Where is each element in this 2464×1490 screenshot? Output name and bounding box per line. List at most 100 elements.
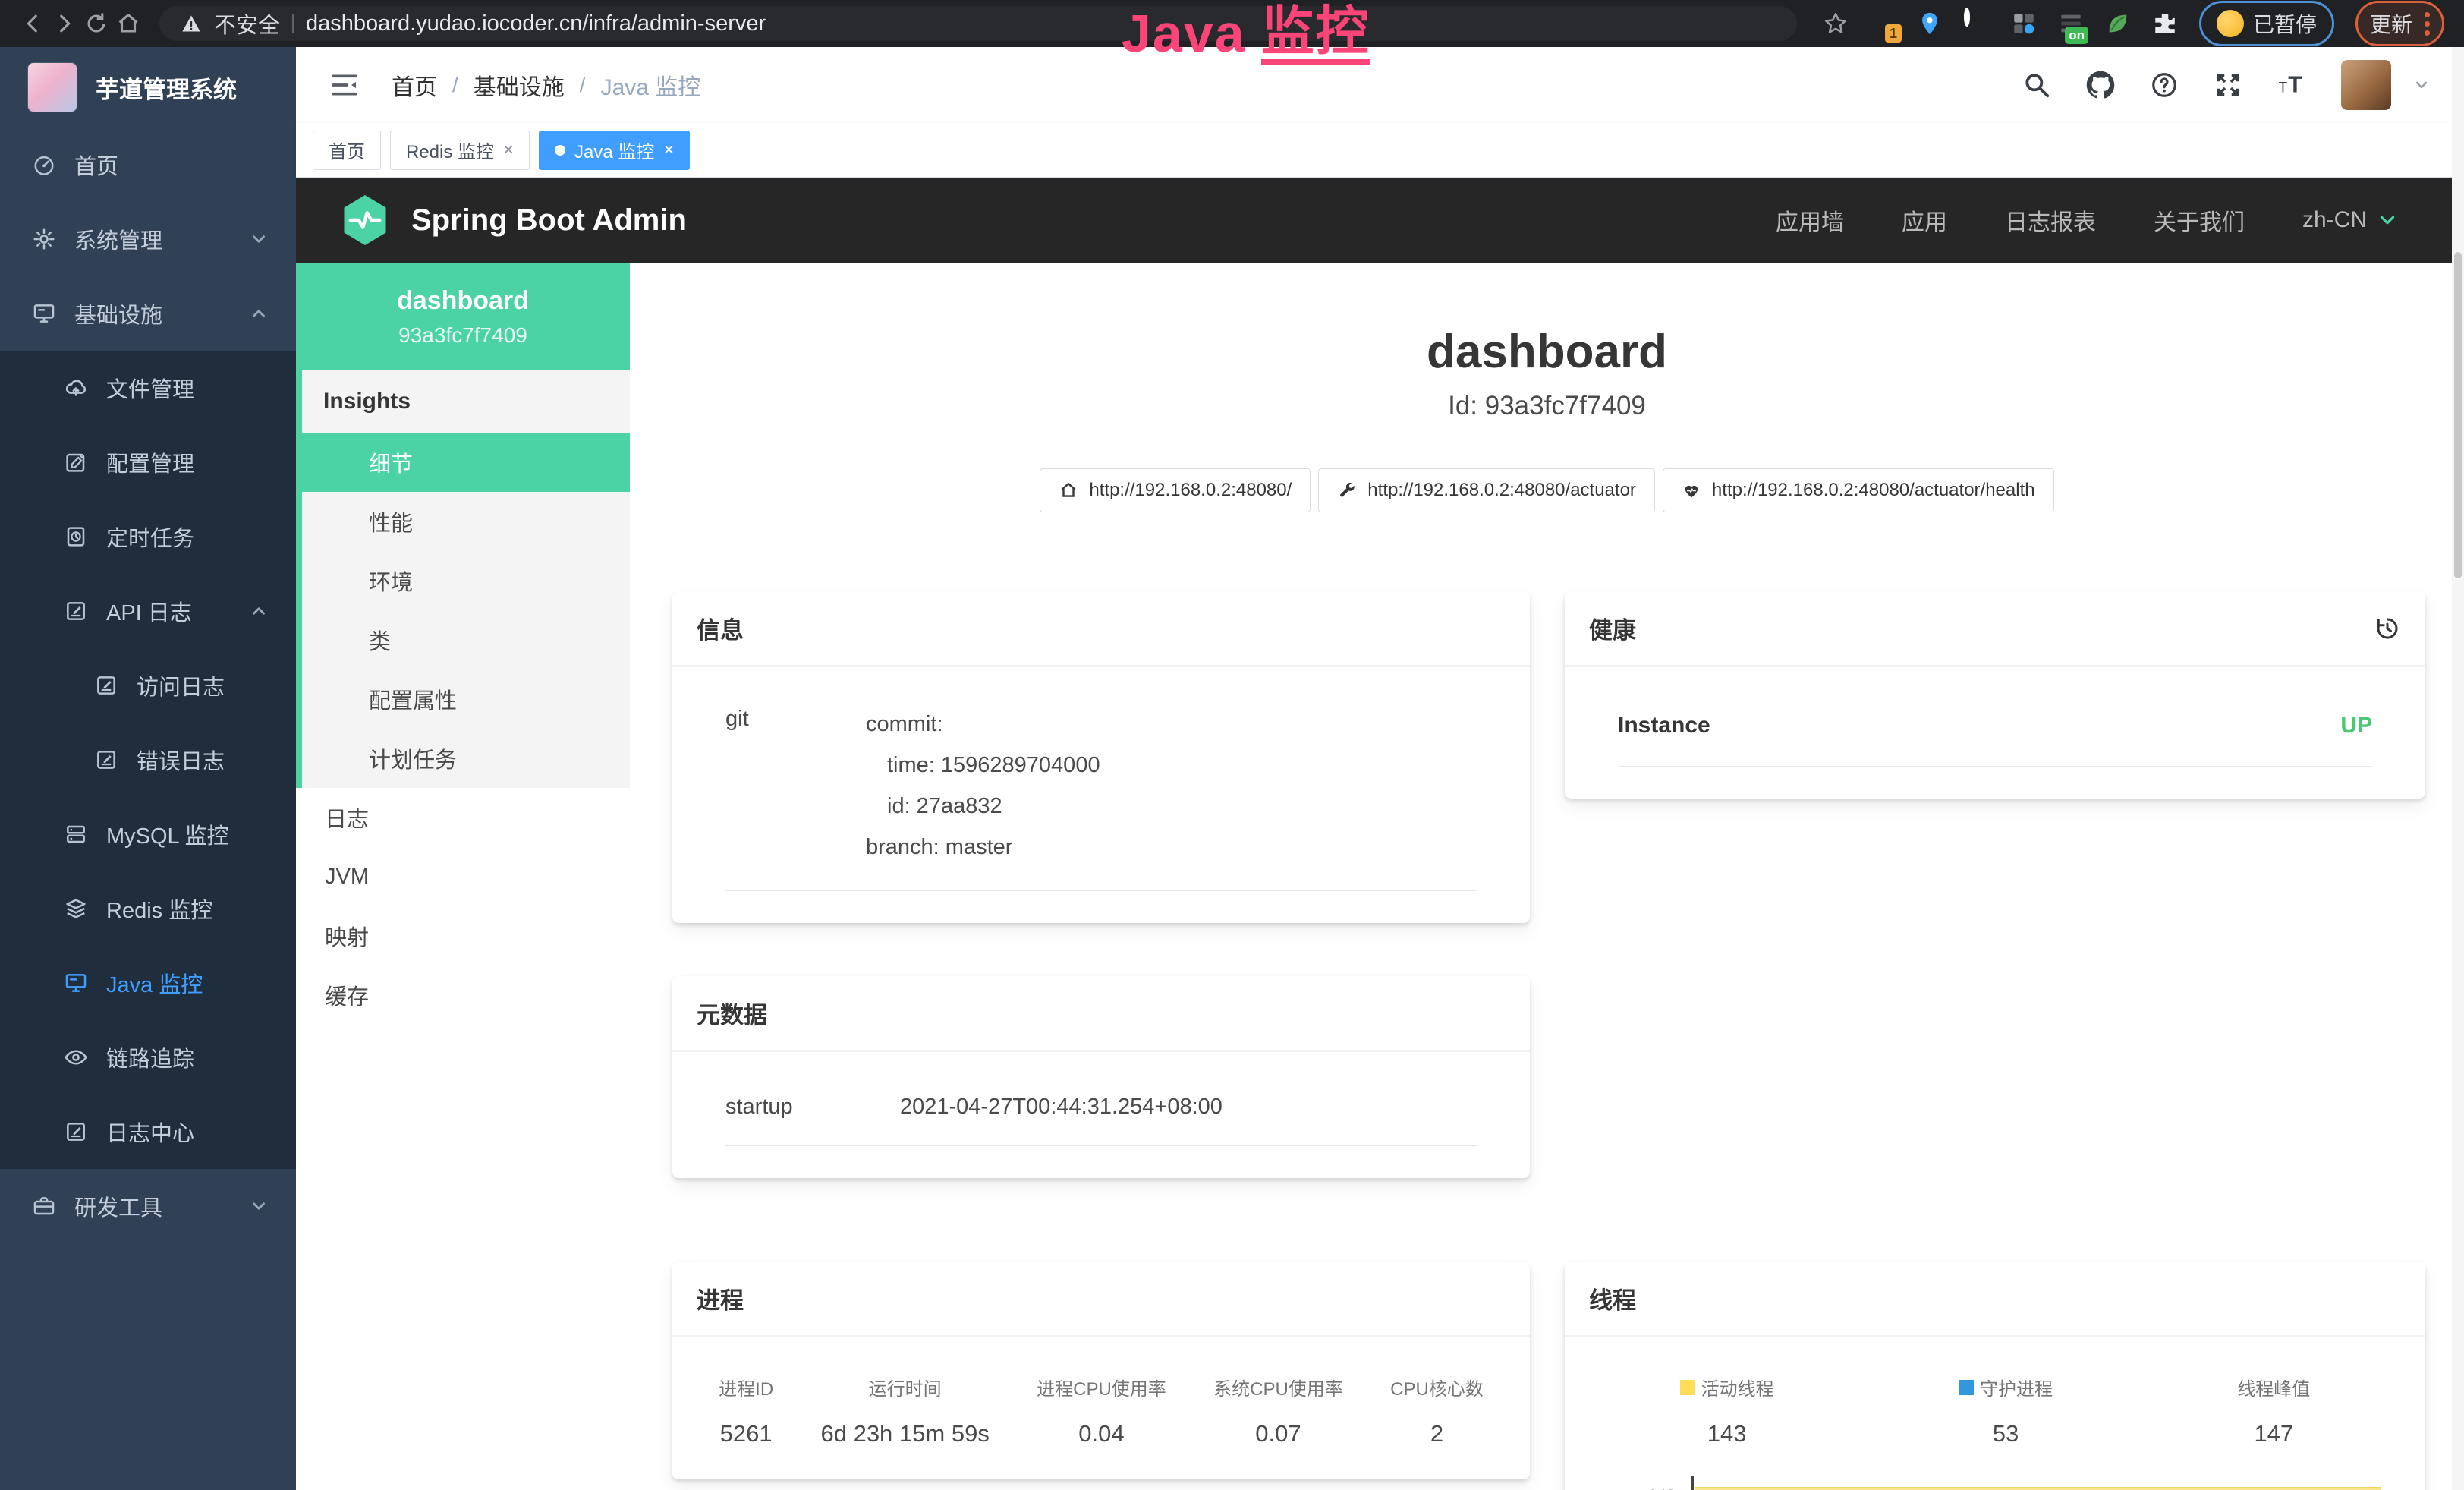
sidebar-item-file-management[interactable]: 文件管理	[0, 351, 296, 425]
threads-legend-peak: 线程峰值 147	[2237, 1374, 2310, 1447]
scrollbar-thumb[interactable]	[2454, 252, 2462, 578]
sidebar-item-config-management[interactable]: 配置管理	[0, 425, 296, 499]
info-card: 信息 git commit: time: 1596289704000 id: 2…	[672, 591, 1530, 923]
address-bar[interactable]: 不安全 dashboard.yudao.iocoder.cn/infra/adm…	[159, 6, 1797, 41]
fullscreen-icon[interactable]	[2214, 71, 2242, 99]
tab-java-monitor[interactable]: Java 监控	[539, 131, 690, 170]
home-icon[interactable]	[115, 11, 141, 36]
sidebar-item-access-logs[interactable]: 访问日志	[0, 648, 296, 723]
pin-extension-icon[interactable]	[1917, 11, 1943, 36]
sidebar-item-trace[interactable]: 链路追踪	[0, 1020, 296, 1095]
instance-name: dashboard	[397, 286, 529, 316]
active-dot-icon	[555, 145, 565, 156]
close-icon[interactable]	[663, 141, 674, 159]
legend-swatch-yellow	[1680, 1380, 1695, 1395]
metadata-card: 元数据 startup 2021-04-27T00:44:31.254+08:0…	[672, 976, 1530, 1178]
extension-badge: 1	[1885, 24, 1902, 43]
threads-legend-live: 活动线程 143	[1680, 1374, 1774, 1447]
history-icon[interactable]	[2374, 615, 2401, 642]
reload-icon[interactable]	[83, 11, 109, 36]
github-icon[interactable]	[2086, 71, 2115, 99]
sba-nav-about[interactable]: 关于我们	[2154, 203, 2245, 237]
briefcase-icon	[32, 1194, 56, 1218]
sidebar-item-infrastructure[interactable]: 基础设施	[0, 276, 296, 351]
paused-badge[interactable]: 已暂停	[2199, 1, 2334, 46]
app-logo-row[interactable]: 芋道管理系统	[0, 47, 296, 128]
breadcrumb-infrastructure[interactable]: 基础设施	[474, 68, 565, 102]
menu-item-config-props[interactable]: 配置属性	[302, 669, 630, 729]
status-badge: UP	[2340, 713, 2372, 739]
gear-icon	[32, 227, 56, 251]
tabs-bar: 首页 Redis 监控 Java 监控	[296, 123, 2464, 178]
help-icon[interactable]	[2150, 71, 2179, 99]
sidebar-fold-icon[interactable]	[329, 70, 360, 100]
log-icon	[94, 748, 118, 772]
insights-group: Insights 细节 性能 环境 类 配置属性 计划任务	[296, 370, 630, 788]
gauge-icon	[32, 153, 56, 177]
locale-selector[interactable]: zh-CN	[2302, 207, 2399, 233]
menu-item-scheduled-tasks[interactable]: 计划任务	[302, 729, 630, 788]
menu-item-metrics[interactable]: 性能	[302, 492, 630, 551]
menu-item-environment[interactable]: 环境	[302, 551, 630, 610]
user-avatar[interactable]	[2341, 60, 2391, 110]
sidebar-item-system-management[interactable]: 系统管理	[0, 202, 296, 276]
git-commit-info: commit: time: 1596289704000 id: 27aa832 …	[866, 704, 1477, 868]
forward-icon[interactable]	[52, 11, 77, 36]
puzzle-extensions-icon[interactable]	[2152, 11, 2178, 36]
sidebar-item-java-monitor[interactable]: Java 监控	[0, 946, 296, 1020]
sidebar-item-label: 研发工具	[74, 1190, 162, 1222]
tab-home[interactable]: 首页	[313, 131, 381, 170]
sidebar-item-error-logs[interactable]: 错误日志	[0, 723, 296, 797]
sba-sidebar: dashboard 93a3fc7f7409 Insights 细节 性能 环境…	[296, 263, 630, 1490]
infrastructure-submenu: 文件管理 配置管理 定时任务 API 日志 访问日志	[0, 351, 296, 1169]
screen: 不安全 dashboard.yudao.iocoder.cn/infra/adm…	[0, 0, 2464, 1490]
sba-nav-journal[interactable]: 日志报表	[2005, 203, 2096, 237]
cloud-upload-icon	[64, 376, 88, 400]
sidebar-item-label: 系统管理	[74, 223, 162, 255]
metadata-row-value: 2021-04-27T00:44:31.254+08:00	[900, 1095, 1477, 1120]
menu-item-caches[interactable]: 缓存	[296, 966, 630, 1025]
extension-orange-icon[interactable]: 1	[1870, 11, 1896, 36]
app-shell: 芋道管理系统 首页 系统管理 基础设施 文件管理	[0, 47, 2464, 1490]
actuator-url-button[interactable]: http://192.168.0.2:48080/actuator	[1318, 468, 1655, 512]
close-icon[interactable]	[503, 141, 514, 159]
sidebar-item-redis-monitor[interactable]: Redis 监控	[0, 871, 296, 946]
sba-nav-wallboard[interactable]: 应用墙	[1776, 203, 1844, 237]
search-icon[interactable]	[2022, 71, 2051, 99]
chrome-update-button[interactable]: 更新	[2355, 1, 2444, 46]
sidebar-item-mysql-monitor[interactable]: MySQL 监控	[0, 797, 296, 871]
page-scrollbar[interactable]	[2452, 47, 2464, 1490]
browser-toolbar-right: 1 on 已暂停 更新	[1823, 1, 2444, 46]
leaf-extension-icon[interactable]	[2105, 11, 2131, 36]
sidebar-item-label: 首页	[74, 149, 118, 181]
sidebar-item-scheduled-tasks[interactable]: 定时任务	[0, 499, 296, 574]
chevron-up-icon	[249, 304, 269, 323]
menu-item-jvm[interactable]: JVM	[296, 847, 630, 906]
tab-redis-monitor[interactable]: Redis 监控	[390, 131, 530, 170]
instance-block[interactable]: dashboard 93a3fc7f7409	[296, 263, 630, 370]
sidebar-item-label: MySQL 监控	[106, 818, 229, 850]
sidebar-item-api-logs[interactable]: API 日志	[0, 574, 296, 648]
menu-item-classes[interactable]: 类	[302, 610, 630, 669]
avatar-caret-icon[interactable]	[2412, 76, 2431, 94]
chevron-down-icon	[249, 1196, 269, 1216]
green-extension-icon[interactable]	[1964, 11, 1990, 36]
breadcrumb-home[interactable]: 首页	[392, 68, 437, 102]
bookmark-star-icon[interactable]	[1823, 11, 1849, 36]
sidebar-item-log-center[interactable]: 日志中心	[0, 1095, 296, 1169]
health-url-button[interactable]: http://192.168.0.2:48080/actuator/health	[1663, 468, 2054, 512]
back-icon[interactable]	[20, 11, 46, 36]
grid-extension-icon[interactable]	[2011, 11, 2037, 36]
menu-item-logs[interactable]: 日志	[296, 788, 630, 847]
service-url-button[interactable]: http://192.168.0.2:48080/	[1040, 468, 1311, 512]
browser-menu-icon[interactable]	[2425, 12, 2430, 36]
endpoint-links: http://192.168.0.2:48080/ http://192.168…	[672, 468, 2422, 512]
eye-icon	[64, 1045, 88, 1069]
menu-item-mappings[interactable]: 映射	[296, 906, 630, 966]
sidebar-item-home[interactable]: 首页	[0, 128, 296, 202]
sidebar-item-dev-tools[interactable]: 研发工具	[0, 1169, 296, 1243]
menu-item-details[interactable]: 细节	[296, 433, 630, 492]
font-size-icon[interactable]	[2277, 71, 2306, 99]
switch-extension-icon[interactable]: on	[2058, 11, 2084, 36]
sba-nav-applications[interactable]: 应用	[1902, 203, 1947, 237]
